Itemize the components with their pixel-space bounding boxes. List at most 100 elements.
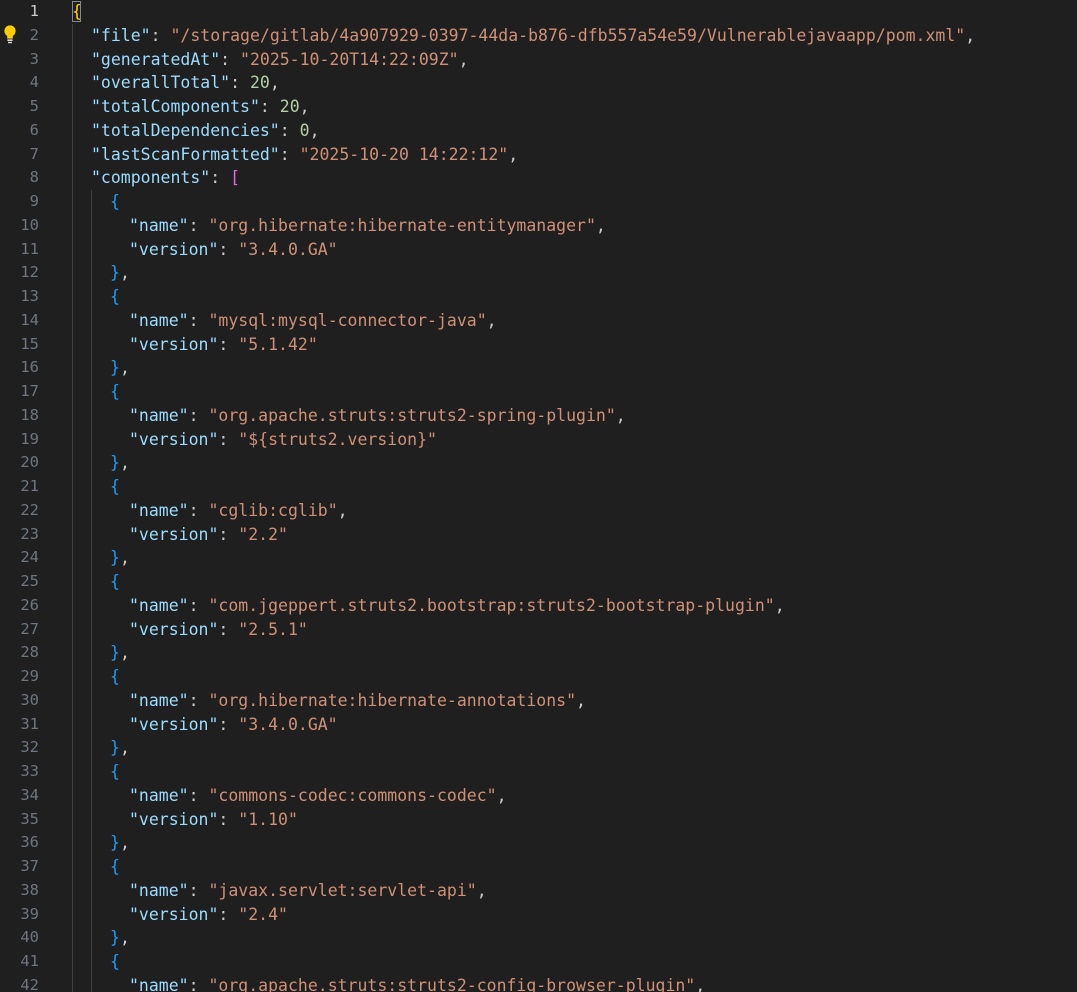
line-number: 39 <box>20 904 39 923</box>
code-token: , <box>119 643 130 663</box>
code-token: 0 <box>299 120 310 140</box>
code-line[interactable]: "totalDependencies": 0, <box>91 119 320 143</box>
code-line[interactable]: }, <box>110 356 130 380</box>
code-token: , <box>309 120 320 140</box>
line-number: 23 <box>20 524 39 543</box>
line-number-gutter[interactable]: 1 2 3 4 5 6 7 8 9 10 11 12 13 14 15 16 17 18 19 20 21 22 23 24 2… <box>0 0 58 992</box>
line-number: 7 <box>29 144 39 163</box>
code-token: , <box>119 833 130 853</box>
code-token: { <box>110 477 120 496</box>
code-token: "version" <box>129 334 219 354</box>
code-line[interactable]: }, <box>110 736 130 760</box>
line-number: 31 <box>20 714 39 733</box>
code-token: "cglib:cglib" <box>208 500 338 520</box>
code-line[interactable]: "components": [ <box>91 166 240 190</box>
code-token: "totalDependencies" <box>91 120 280 140</box>
code-token: "version" <box>129 714 219 734</box>
code-token: "file" <box>91 25 151 45</box>
code-line[interactable]: "version": "2.5.1" <box>129 618 308 642</box>
code-line[interactable]: "name": "org.apache.struts:struts2-confi… <box>129 974 705 992</box>
code-token: { <box>110 762 120 781</box>
code-line[interactable]: "totalComponents": 20, <box>91 95 310 119</box>
code-token: } <box>110 263 120 283</box>
line-number: 27 <box>20 619 39 638</box>
code-token: } <box>110 643 120 663</box>
code-token: "1.10" <box>238 809 298 829</box>
line-number: 30 <box>20 690 39 709</box>
code-line[interactable]: { <box>110 665 120 689</box>
code-token: { <box>110 192 120 211</box>
code-line[interactable]: { <box>110 380 120 404</box>
code-line[interactable]: "version": "5.1.42" <box>129 333 318 357</box>
line-number: 35 <box>20 809 39 828</box>
code-token: "version" <box>129 429 219 449</box>
code-token: , <box>119 358 130 378</box>
code-token: , <box>496 785 507 805</box>
code-line[interactable]: }, <box>110 261 130 285</box>
code-line[interactable]: "name": "mysql:mysql-connector-java", <box>129 309 497 333</box>
code-token: : <box>218 524 239 544</box>
code-token: } <box>110 738 120 758</box>
code-line[interactable]: "version": "${struts2.version}" <box>129 428 437 452</box>
code-line[interactable]: "version": "3.4.0.GA" <box>129 713 338 737</box>
code-line[interactable]: { <box>110 190 120 214</box>
code-line[interactable]: }, <box>110 546 130 570</box>
code-line[interactable]: "version": "1.10" <box>129 808 298 832</box>
code-token: : <box>188 880 209 900</box>
code-token: "org.apache.struts:struts2-config-browse… <box>208 975 696 992</box>
code-token: , <box>119 548 130 568</box>
code-line[interactable]: "version": "2.2" <box>129 523 288 547</box>
code-line[interactable]: "name": "javax.servlet:servlet-api", <box>129 879 487 903</box>
line-number: 34 <box>20 785 39 804</box>
code-line[interactable]: "version": "2.4" <box>129 903 288 927</box>
code-editor[interactable]: 1 2 3 4 5 6 7 8 9 10 11 12 13 14 15 16 17 18 19 20 21 22 23 24 2… <box>0 0 1077 992</box>
code-line[interactable]: }, <box>110 451 130 475</box>
code-token: "3.4.0.GA" <box>238 239 338 259</box>
code-token: , <box>486 310 497 330</box>
code-line[interactable]: { <box>72 0 82 24</box>
code-token: 20 <box>279 97 300 116</box>
code-token: : <box>188 215 209 235</box>
code-line[interactable]: { <box>110 475 120 499</box>
code-token: "/storage/gitlab/4a907929-0397-44da-b876… <box>170 25 966 45</box>
code-line[interactable]: { <box>110 855 120 879</box>
code-line[interactable]: }, <box>110 641 130 665</box>
code-area[interactable]: { "file": "/storage/gitlab/4a907929-0397-… <box>72 0 1077 992</box>
code-line[interactable]: "name": "commons-codec:commons-codec", <box>129 784 507 808</box>
code-line[interactable]: "name": "org.apache.struts:struts2-sprin… <box>129 404 626 428</box>
line-number: 9 <box>29 192 39 210</box>
code-token: : <box>218 809 239 829</box>
code-line[interactable]: "file": "/storage/gitlab/4a907929-0397-4… <box>91 24 975 48</box>
line-number: 15 <box>20 334 39 353</box>
line-number: 16 <box>20 358 39 377</box>
code-line[interactable]: { <box>110 760 120 784</box>
code-token: "3.4.0.GA" <box>238 714 338 734</box>
code-token: } <box>110 928 120 948</box>
line-number: 11 <box>20 239 39 258</box>
code-token: "org.hibernate:hibernate-entitymanager" <box>208 215 596 235</box>
line-number: 5 <box>29 97 39 115</box>
code-token: , <box>965 25 976 45</box>
code-line[interactable]: }, <box>110 831 130 855</box>
code-line[interactable]: { <box>110 950 120 974</box>
code-line[interactable]: { <box>110 285 120 309</box>
code-line[interactable]: { <box>110 570 120 594</box>
line-number: 33 <box>20 762 39 780</box>
lightbulb-icon[interactable] <box>2 24 18 46</box>
code-token: : <box>188 785 209 805</box>
code-line[interactable]: "name": "cglib:cglib", <box>129 499 348 523</box>
line-number: 38 <box>20 880 39 899</box>
code-line[interactable]: "name": "org.hibernate:hibernate-annotat… <box>129 689 586 713</box>
code-line[interactable]: "generatedAt": "2025-10-20T14:22:09Z", <box>91 48 469 72</box>
code-line[interactable]: "name": "org.hibernate:hibernate-entitym… <box>129 214 606 238</box>
code-token: : <box>230 73 250 93</box>
code-line[interactable]: "lastScanFormatted": "2025-10-20 14:22:1… <box>91 143 518 167</box>
code-token: "2.2" <box>238 524 288 544</box>
code-line[interactable]: "version": "3.4.0.GA" <box>129 238 338 262</box>
code-line[interactable]: "overallTotal": 20, <box>91 71 280 95</box>
code-line[interactable]: "name": "com.jgeppert.struts2.bootstrap:… <box>129 594 785 618</box>
line-number: 40 <box>20 928 39 947</box>
line-number: 42 <box>20 975 39 992</box>
code-line[interactable]: }, <box>110 926 130 950</box>
line-number: 12 <box>20 263 39 282</box>
